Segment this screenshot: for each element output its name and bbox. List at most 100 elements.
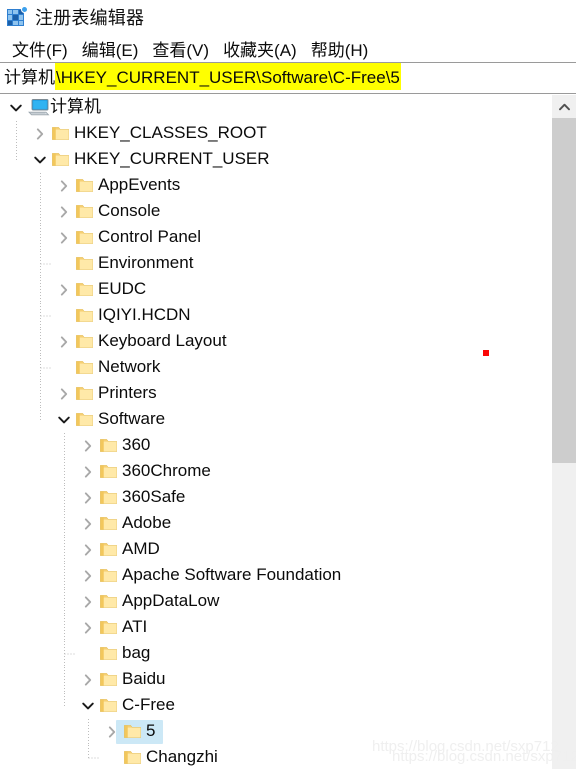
folder-icon: [124, 724, 141, 739]
tree-row[interactable]: AppDataLow: [0, 589, 551, 615]
expander-collapsed-icon[interactable]: [80, 542, 96, 558]
expander-collapsed-icon[interactable]: [56, 386, 72, 402]
tree-row-label: HKEY_CURRENT_USER: [74, 149, 270, 168]
address-path-root: 计算机: [4, 68, 55, 87]
expander-collapsed-icon[interactable]: [80, 594, 96, 610]
red-dot-marker: [483, 350, 489, 356]
expander-collapsed-icon[interactable]: [56, 230, 72, 246]
folder-icon: [100, 568, 117, 583]
folder-icon: [100, 542, 117, 557]
tree-row[interactable]: Changzhi: [0, 745, 551, 769]
folder-icon: [76, 386, 93, 401]
address-path-highlighted: \HKEY_CURRENT_USER\Software\C-Free\5: [55, 66, 401, 90]
expander-collapsed-icon[interactable]: [80, 620, 96, 636]
window-title: 注册表编辑器: [35, 8, 145, 28]
scrollbar-thumb[interactable]: [552, 118, 576, 463]
menu-view[interactable]: 查看(V): [145, 36, 216, 61]
tree-row[interactable]: Keyboard Layout: [0, 329, 551, 355]
tree-row[interactable]: Baidu: [0, 667, 551, 693]
expander-collapsed-icon[interactable]: [56, 178, 72, 194]
tree-row[interactable]: 5: [0, 719, 551, 745]
tree-row-label: 360Safe: [122, 487, 186, 506]
tree-row[interactable]: 计算机: [0, 95, 551, 121]
tree-row-label: EUDC: [98, 279, 147, 298]
tree-row[interactable]: Control Panel: [0, 225, 551, 251]
tree-row[interactable]: Adobe: [0, 511, 551, 537]
folder-icon: [76, 334, 93, 349]
folder-icon: [100, 516, 117, 531]
tree-row-label: 360Chrome: [122, 461, 211, 480]
expander-collapsed-icon[interactable]: [80, 672, 96, 688]
tree-row-label: Control Panel: [98, 227, 202, 246]
folder-icon: [76, 230, 93, 245]
tree-row[interactable]: 360Chrome: [0, 459, 551, 485]
tree-row[interactable]: Apache Software Foundation: [0, 563, 551, 589]
tree-row[interactable]: Software: [0, 407, 551, 433]
tree-row[interactable]: Network: [0, 355, 551, 381]
tree-row-label: Software: [98, 409, 166, 428]
expander-expanded-icon[interactable]: [8, 100, 24, 116]
tree-row-label: Baidu: [122, 669, 166, 688]
menu-favorites[interactable]: 收藏夹(A): [216, 36, 304, 61]
tree-row[interactable]: Environment: [0, 251, 551, 277]
tree-row-label: AppEvents: [98, 175, 181, 194]
chevron-up-icon: [559, 103, 570, 110]
tree-row-label: Printers: [98, 383, 157, 402]
tree-row-label: HKEY_CLASSES_ROOT: [74, 123, 267, 142]
menu-file[interactable]: 文件(F): [5, 36, 75, 61]
registry-icon: [6, 6, 28, 28]
tree-row-label: IQIYI.HCDN: [98, 305, 191, 324]
tree-row[interactable]: 360: [0, 433, 551, 459]
tree-row[interactable]: bag: [0, 641, 551, 667]
scrollbar-track[interactable]: [552, 463, 576, 769]
registry-editor-window: 注册表编辑器 文件(F) 编辑(E) 查看(V) 收藏夹(A) 帮助(H) 计算…: [0, 0, 576, 769]
tree-row-label: 360: [122, 435, 151, 454]
expander-collapsed-icon[interactable]: [32, 126, 48, 142]
expander-collapsed-icon[interactable]: [56, 204, 72, 220]
folder-icon: [100, 672, 117, 687]
tree-row-label: AppDataLow: [122, 591, 220, 610]
menu-edit[interactable]: 编辑(E): [75, 36, 146, 61]
tree-row[interactable]: IQIYI.HCDN: [0, 303, 551, 329]
expander-collapsed-icon[interactable]: [80, 568, 96, 584]
folder-icon: [76, 256, 93, 271]
expander-collapsed-icon[interactable]: [56, 334, 72, 350]
tree-row[interactable]: Console: [0, 199, 551, 225]
expander-collapsed-icon[interactable]: [80, 438, 96, 454]
expander-collapsed-icon[interactable]: [56, 282, 72, 298]
tree-row[interactable]: AppEvents: [0, 173, 551, 199]
folder-icon: [76, 282, 93, 297]
folder-icon: [100, 438, 117, 453]
folder-icon: [100, 620, 117, 635]
expander-collapsed-icon[interactable]: [80, 516, 96, 532]
tree-row-label: Changzhi: [146, 747, 218, 766]
expander-expanded-icon[interactable]: [32, 152, 48, 168]
folder-icon: [76, 204, 93, 219]
expander-collapsed-icon[interactable]: [80, 464, 96, 480]
expander-collapsed-icon[interactable]: [80, 490, 96, 506]
tree-row[interactable]: EUDC: [0, 277, 551, 303]
tree-row[interactable]: Printers: [0, 381, 551, 407]
tree-row[interactable]: HKEY_CLASSES_ROOT: [0, 121, 551, 147]
registry-tree[interactable]: 计算机 HKEY_CLASSES_ROOT HKEY_CURRENT_USER App…: [0, 95, 551, 769]
tree-row[interactable]: HKEY_CURRENT_USER: [0, 147, 551, 173]
tree-row-label: AMD: [122, 539, 160, 558]
scroll-up-button[interactable]: [552, 95, 576, 118]
tree-row[interactable]: 360Safe: [0, 485, 551, 511]
tree-row[interactable]: C-Free: [0, 693, 551, 719]
tree-row-label: 计算机: [50, 97, 101, 116]
expander-expanded-icon[interactable]: [56, 412, 72, 428]
address-path[interactable]: 计算机\HKEY_CURRENT_USER\Software\C-Free\5: [4, 63, 401, 93]
address-bar[interactable]: 计算机\HKEY_CURRENT_USER\Software\C-Free\5: [0, 62, 576, 94]
computer-icon: [28, 99, 50, 116]
tree-row[interactable]: AMD: [0, 537, 551, 563]
vertical-scrollbar[interactable]: [551, 95, 576, 769]
expander-expanded-icon[interactable]: [80, 698, 96, 714]
tree-row[interactable]: ATI: [0, 615, 551, 641]
tree-row-label: C-Free: [122, 695, 175, 714]
folder-icon: [100, 698, 117, 713]
tree-row-label: Adobe: [122, 513, 172, 532]
menu-help[interactable]: 帮助(H): [304, 36, 376, 61]
expander-collapsed-icon[interactable]: [104, 724, 120, 740]
tree-row-label: Keyboard Layout: [98, 331, 227, 350]
